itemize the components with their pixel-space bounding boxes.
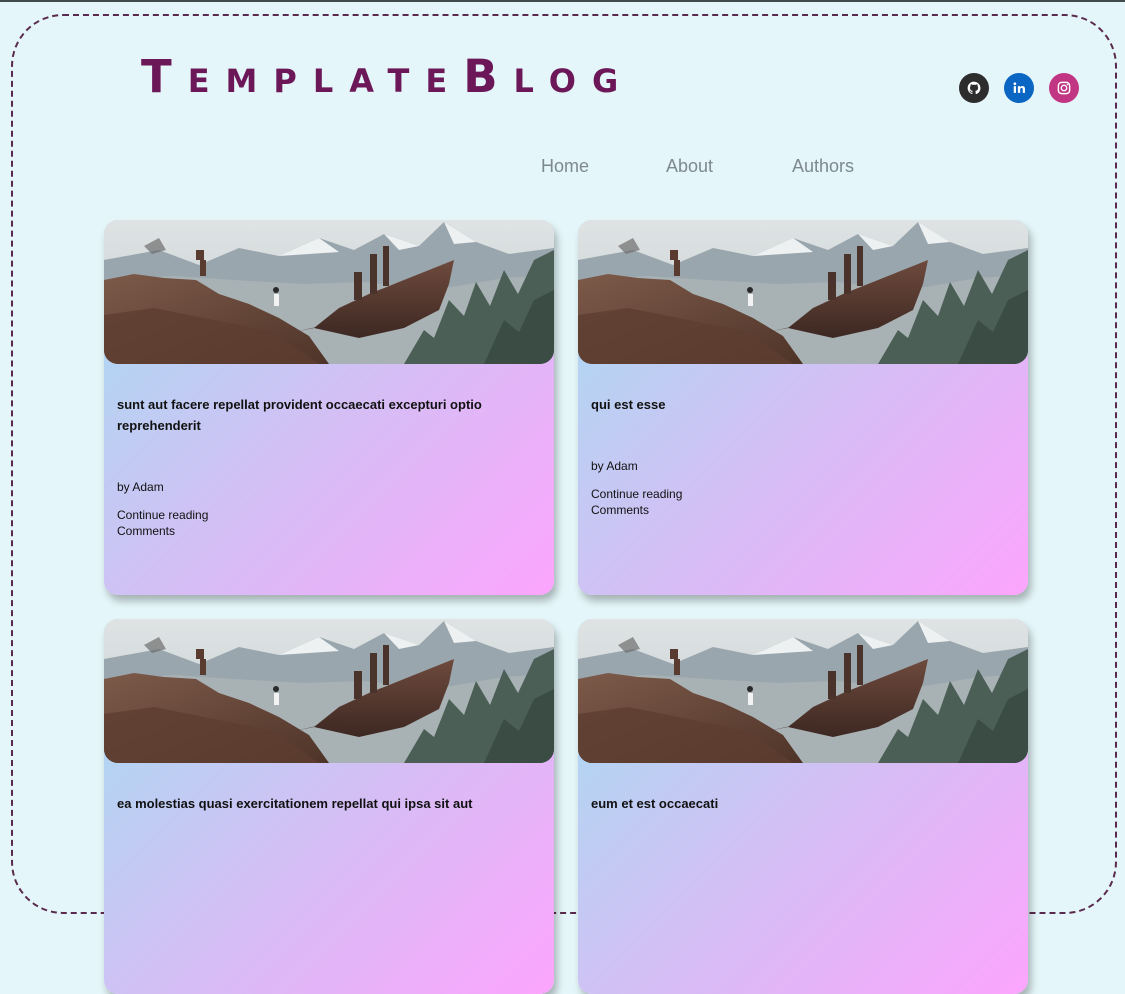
linkedin-icon xyxy=(1013,82,1025,93)
post-card[interactable]: eum et est occaecati xyxy=(578,619,1028,994)
github-icon xyxy=(967,81,981,95)
window-top-border xyxy=(0,0,1125,2)
site-logo[interactable]: TemplateBlog xyxy=(141,50,634,104)
post-author: by Adam xyxy=(591,459,638,473)
nav-about[interactable]: About xyxy=(666,156,713,177)
comments-link[interactable]: Comments xyxy=(117,524,175,538)
post-image[interactable] xyxy=(578,619,1028,763)
nav-authors[interactable]: Authors xyxy=(792,156,854,177)
continue-reading-link[interactable]: Continue reading xyxy=(117,508,208,522)
comments-link[interactable]: Comments xyxy=(591,503,649,517)
post-card[interactable]: ea molestias quasi exercitationem repell… xyxy=(104,619,554,994)
post-author: by Adam xyxy=(117,480,164,494)
post-image[interactable] xyxy=(104,619,554,763)
post-title[interactable]: sunt aut facere repellat provident occae… xyxy=(117,394,517,436)
github-link[interactable] xyxy=(959,73,989,103)
nav-home[interactable]: Home xyxy=(541,156,589,177)
post-image[interactable] xyxy=(104,220,554,364)
post-title[interactable]: qui est esse xyxy=(591,394,991,415)
post-card[interactable]: qui est esse by Adam Continue reading Co… xyxy=(578,220,1028,595)
post-title[interactable]: eum et est occaecati xyxy=(591,793,991,814)
instagram-icon xyxy=(1057,81,1071,95)
continue-reading-link[interactable]: Continue reading xyxy=(591,487,682,501)
post-image[interactable] xyxy=(578,220,1028,364)
post-title[interactable]: ea molestias quasi exercitationem repell… xyxy=(117,793,517,814)
instagram-link[interactable] xyxy=(1049,73,1079,103)
post-card[interactable]: sunt aut facere repellat provident occae… xyxy=(104,220,554,595)
linkedin-link[interactable] xyxy=(1004,73,1034,103)
